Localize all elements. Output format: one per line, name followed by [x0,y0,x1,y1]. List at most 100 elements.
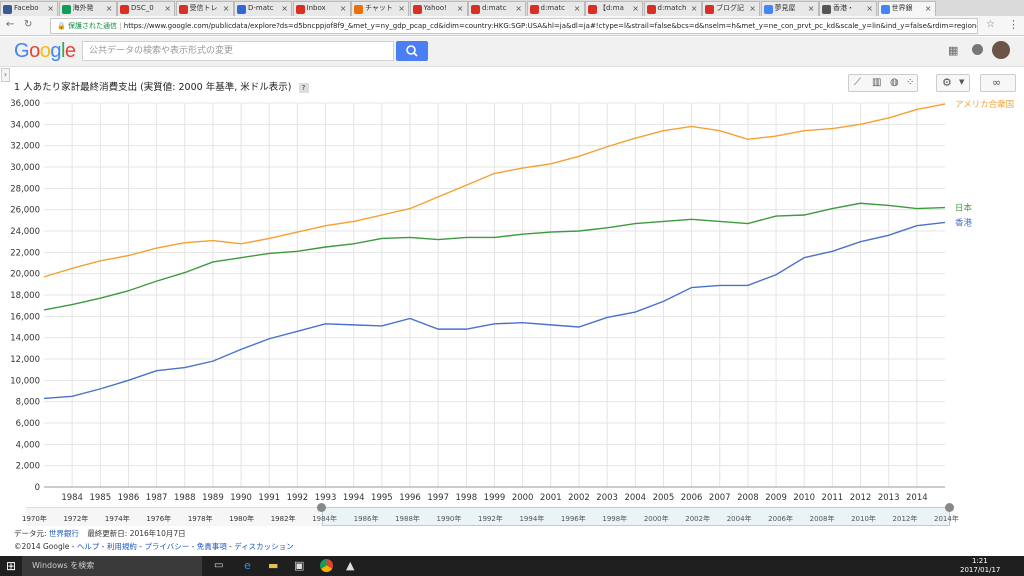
source-label: データ元: [14,529,47,538]
bar-chart-icon[interactable]: ▥ [872,77,881,88]
tab-close-icon[interactable]: × [691,2,698,15]
tab-close-icon[interactable]: × [340,2,347,15]
star-icon[interactable]: ☆ [986,19,995,30]
map-icon[interactable]: ◍ [890,77,899,88]
x-tick-label: 2010 [793,493,815,503]
browser-tab[interactable]: 香港・ × [819,1,877,16]
search-button[interactable] [396,41,428,61]
tab-close-icon[interactable]: × [164,2,171,15]
x-tick-label: 2012 [850,493,872,503]
timeline-year-label: 2004年 [726,515,752,523]
footer-link-disclaimer[interactable]: 免責事項 [197,542,227,551]
x-tick-label: 2013 [878,493,900,503]
edge-icon[interactable]: e [244,559,251,572]
tab-close-icon[interactable]: × [106,2,113,15]
browser-tab[interactable]: Yahoo! × [409,1,468,16]
reload-icon[interactable]: ↻ [24,19,32,30]
timeline-year-label: 2014年 [934,515,959,523]
tab-close-icon[interactable]: × [749,2,756,15]
y-tick-label: 22,000 [10,248,40,258]
chrome-icon[interactable] [320,559,333,572]
link-button[interactable]: ∞ [980,74,1016,92]
tab-favicon-icon [61,5,71,14]
notifications-icon[interactable] [972,44,983,55]
x-tick-label: 1996 [399,493,421,503]
tab-close-icon[interactable]: × [632,2,639,15]
timeline-year-label: 1996年 [560,515,586,523]
taskbar-search[interactable]: Windows を検索 [22,556,202,576]
photos-icon[interactable]: ▲ [346,559,354,572]
timeline-year-label: 1994年 [519,515,545,523]
browser-tab[interactable]: 世界銀 × [877,1,936,16]
browser-tab[interactable]: ブログ記 × [702,1,760,16]
x-tick-label: 2007 [709,493,731,503]
tab-close-icon[interactable]: × [866,2,873,15]
browser-tab[interactable]: d:match × [643,1,702,16]
tab-close-icon[interactable]: × [925,2,932,15]
footer-link-privacy[interactable]: プライバシー [144,542,189,551]
google-header: Google 公共データの検索や表示形式の変更 ▦ [0,37,1024,67]
search-input[interactable]: 公共データの検索や表示形式の変更 [82,41,394,61]
google-logo[interactable]: Google [14,40,76,63]
windows-start-icon[interactable]: ⊞ [6,559,16,573]
tab-close-icon[interactable]: × [223,2,230,15]
y-tick-label: 18,000 [10,291,40,301]
y-tick-label: 2,000 [16,462,40,472]
browser-tab[interactable]: 受信トレ × [175,1,234,16]
settings-button[interactable]: ⚙ ▼ [936,74,970,92]
browser-tab[interactable]: Facebo × [0,1,58,16]
tab-close-icon[interactable]: × [398,2,405,15]
x-tick-label: 2003 [596,493,618,503]
x-tick-label: 1985 [89,493,111,503]
apps-grid-icon[interactable]: ▦ [948,44,958,57]
y-tick-label: 26,000 [10,206,40,216]
timeline-start-handle[interactable] [317,503,326,512]
file-explorer-icon[interactable]: ▬ [268,559,278,572]
browser-tab[interactable]: チャット × [351,1,409,16]
bubble-chart-icon[interactable]: ⁘ [906,77,914,88]
timeline-year-label: 1986年 [353,515,379,523]
tab-close-icon[interactable]: × [281,2,288,15]
footer-link-terms[interactable]: 利用規約 [107,542,137,551]
timeline-end-handle[interactable] [945,503,954,512]
x-tick-label: 1993 [315,493,337,503]
sidebar-toggle[interactable]: › [1,68,10,82]
url-input[interactable]: 🔒 保護された通信 | https://www.google.com/publi… [50,18,978,34]
browser-tab[interactable]: d:matc × [468,1,526,16]
back-icon[interactable]: ← [6,19,14,30]
tab-favicon-icon [763,5,773,14]
url-text: https://www.google.com/publicdata/explor… [123,22,978,30]
lock-icon: 🔒 [57,22,66,30]
avatar[interactable] [992,41,1010,59]
help-button[interactable]: ? [298,83,309,93]
tab-label: DSC_0 [131,4,154,12]
browser-tab[interactable]: DSC_0 × [117,1,175,16]
x-tick-label: 1988 [174,493,196,503]
footer-link-help[interactable]: ヘルプ [77,542,100,551]
store-icon[interactable]: ▣ [294,559,304,572]
timeline-year-label: 2010年 [851,515,876,523]
browser-tab[interactable]: d:matc × [526,1,585,16]
menu-icon[interactable]: ⋮ [1008,18,1019,31]
footer-link-discussion[interactable]: ディスカッション [234,542,293,551]
tab-label: 【d:ma [599,4,624,12]
tab-close-icon[interactable]: × [515,2,522,15]
tab-favicon-icon [471,5,480,14]
tab-close-icon[interactable]: × [457,2,464,15]
task-view-icon[interactable]: ▭ [214,560,223,571]
browser-tab[interactable]: Inbox × [292,1,351,16]
x-tick-label: 2002 [568,493,590,503]
browser-tab[interactable]: 海外発 × [58,1,117,16]
y-tick-label: 14,000 [10,334,40,344]
y-tick-label: 36,000 [10,99,40,109]
tab-favicon-icon [646,5,656,14]
source-link[interactable]: 世界銀行 [49,529,79,538]
tab-close-icon[interactable]: × [808,2,815,15]
browser-tab[interactable]: 夢見屋 × [760,1,819,16]
browser-tab[interactable]: 【d:ma × [585,1,643,16]
browser-tab[interactable]: D-matc × [234,1,292,16]
line-chart-icon[interactable]: ⟋ [854,77,861,88]
tab-close-icon[interactable]: × [47,2,54,15]
tab-close-icon[interactable]: × [574,2,581,15]
last-updated: 最終更新日: 2016年10月7日 [87,529,186,538]
